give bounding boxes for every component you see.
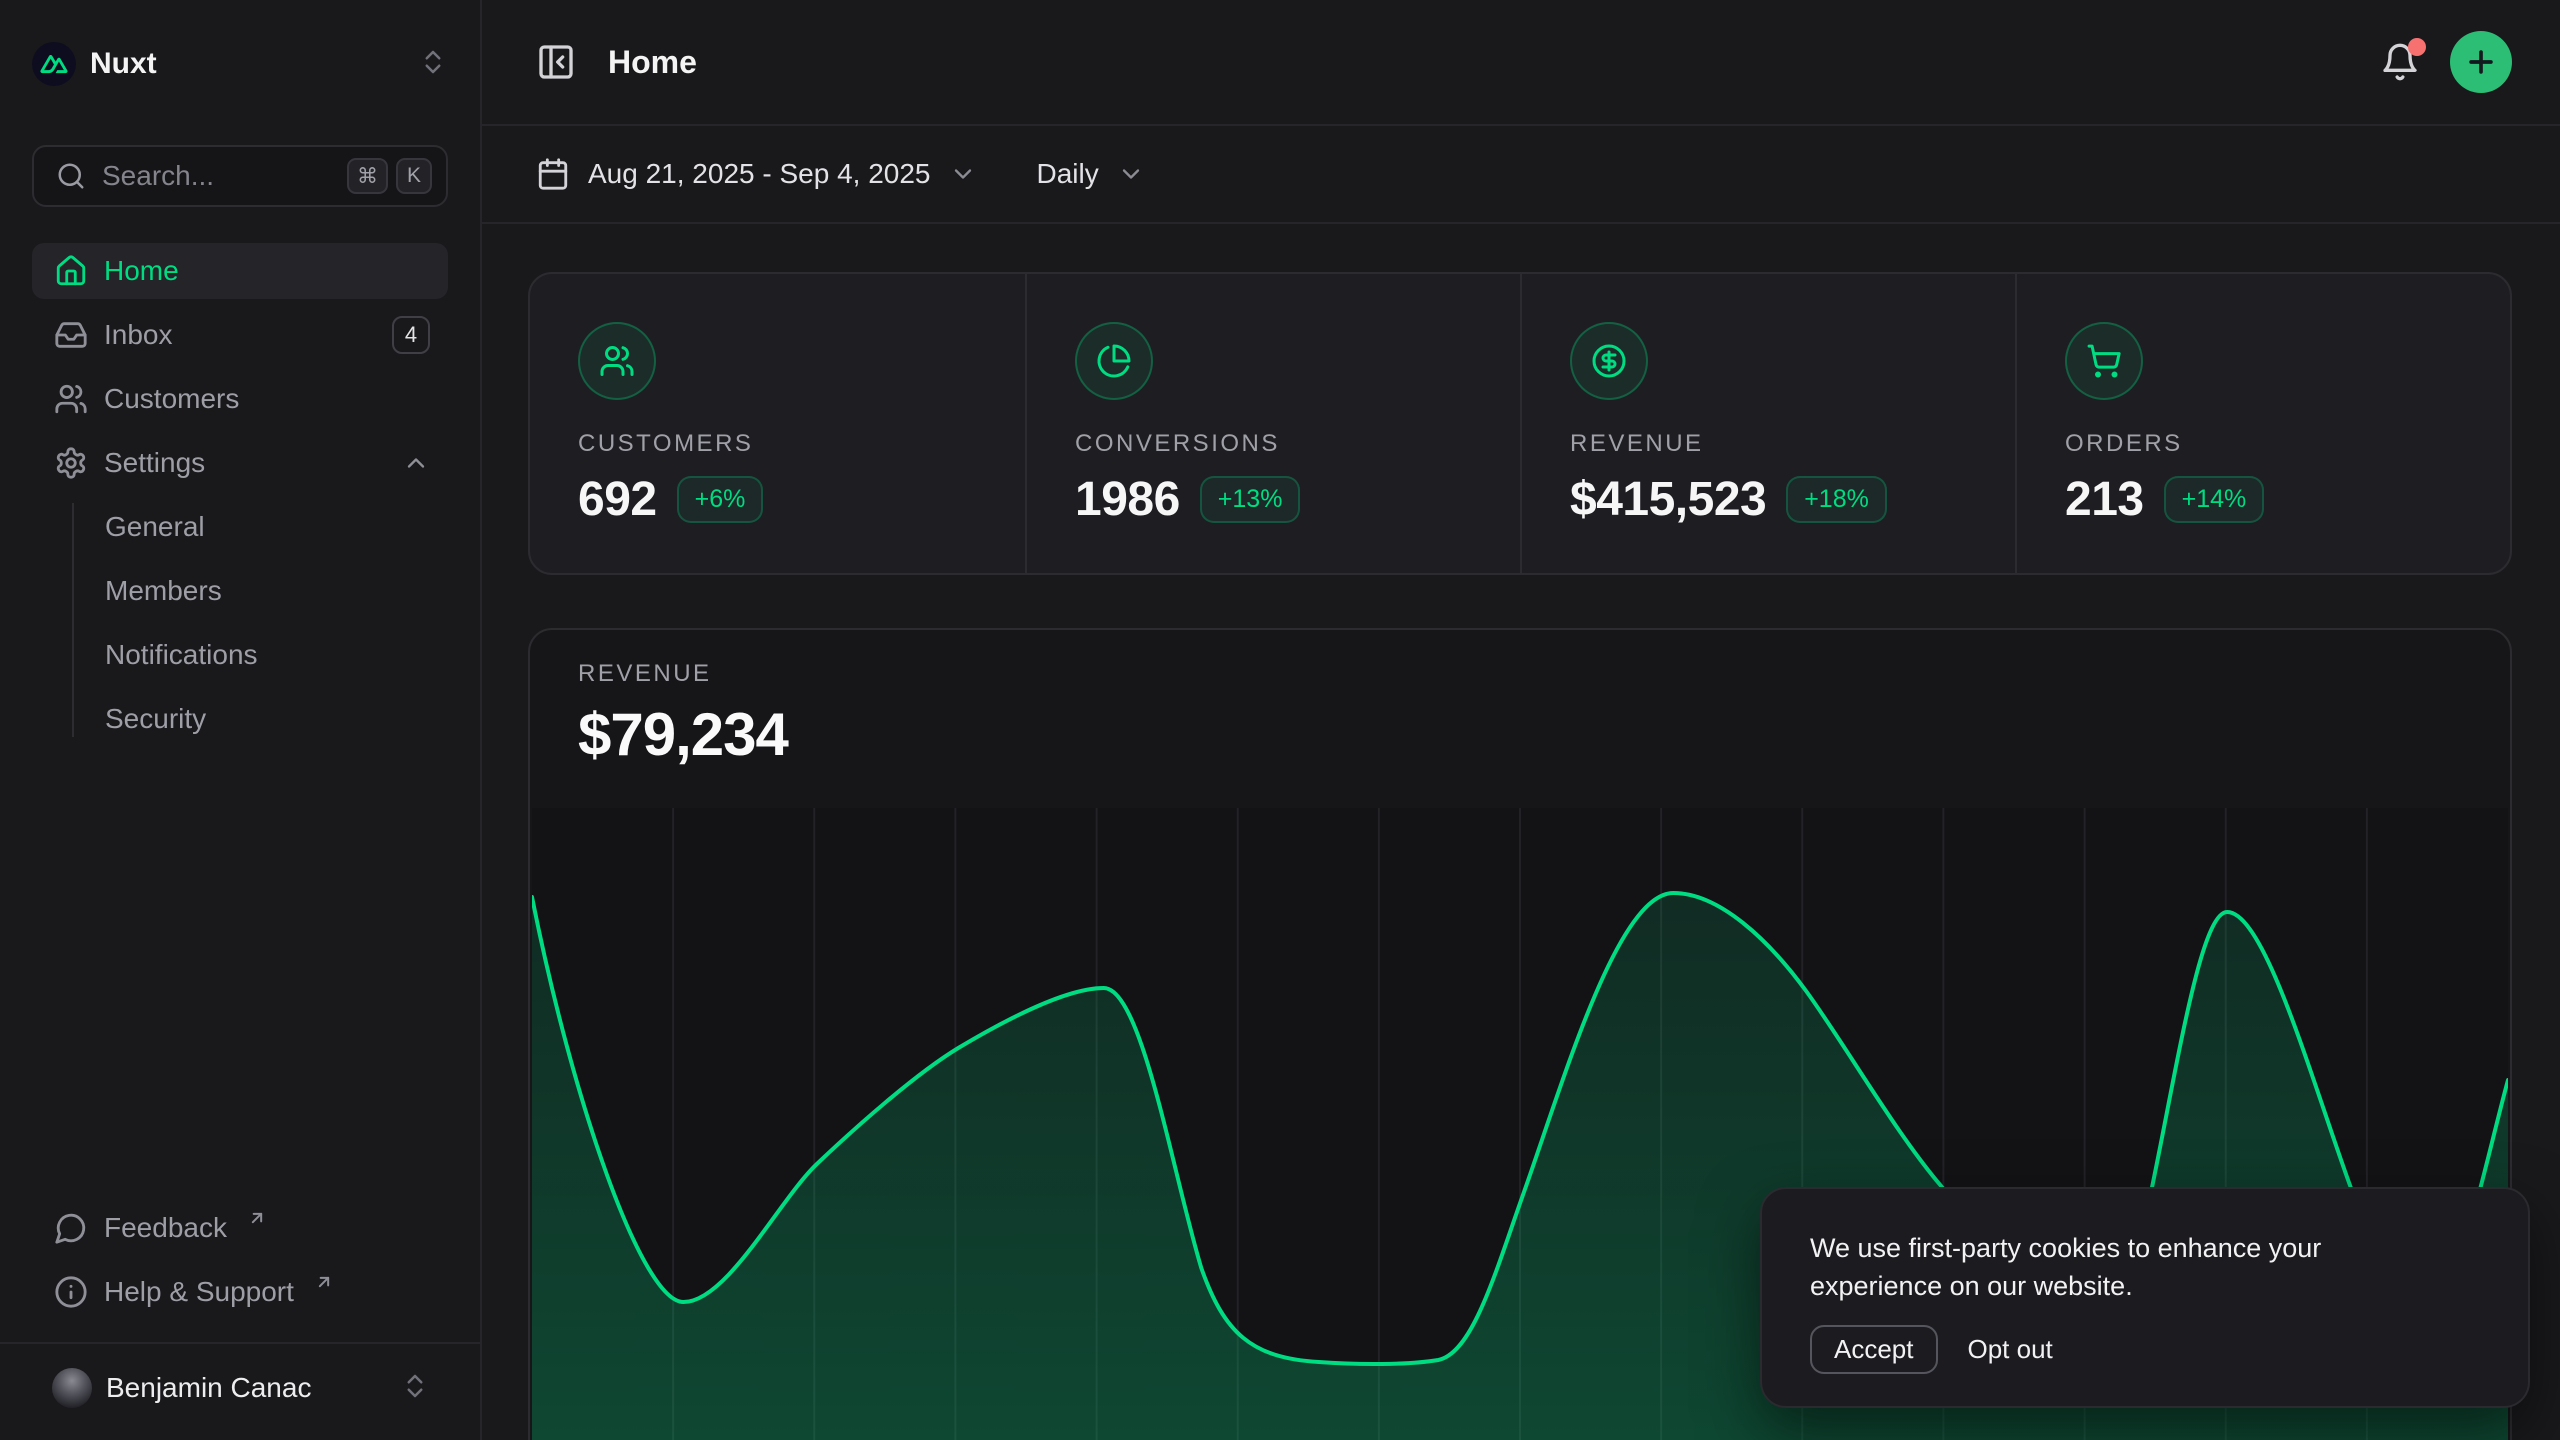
plus-icon	[2464, 45, 2498, 79]
header-actions	[2380, 31, 2512, 93]
period-value: Daily	[1037, 158, 1099, 190]
sidebar-item-notifications[interactable]: Notifications	[72, 627, 448, 683]
revenue-chart-header: REVENUE $79,234	[530, 630, 2510, 769]
users-icon	[54, 382, 88, 416]
stat-card-customers[interactable]: CUSTOMERS 692 +6%	[530, 274, 1025, 575]
cookie-actions: Accept Opt out	[1810, 1325, 2480, 1374]
kbd-k: K	[396, 158, 432, 194]
sidebar-item-members[interactable]: Members	[72, 563, 448, 619]
shopping-cart-icon	[2065, 322, 2143, 400]
gear-icon	[54, 446, 88, 480]
info-icon	[54, 1275, 88, 1309]
chevrons-up-down-icon	[418, 47, 448, 82]
chevrons-up-down-icon	[400, 1371, 430, 1406]
create-new-button[interactable]	[2450, 31, 2512, 93]
kbd-cmd: ⌘	[347, 158, 388, 194]
workspace-switcher[interactable]: Nuxt	[32, 40, 448, 88]
cookie-message: We use first-party cookies to enhance yo…	[1810, 1229, 2460, 1305]
user-menu-button[interactable]: Benjamin Canac	[32, 1356, 448, 1420]
cookie-banner: We use first-party cookies to enhance yo…	[1760, 1187, 2530, 1408]
feedback-label: Feedback	[104, 1212, 227, 1244]
stats-cards: CUSTOMERS 692 +6% CONVERSIONS 1986 +13%	[528, 272, 2512, 575]
stat-delta-badge: +6%	[677, 476, 764, 523]
inbox-unread-badge: 4	[392, 316, 430, 354]
dashboard-app: Nuxt Search... ⌘ K Home	[0, 0, 2560, 1440]
panel-left-close-icon	[536, 42, 576, 82]
revenue-chart-label: REVENUE	[578, 660, 2462, 688]
stat-label: CONVERSIONS	[1075, 430, 1472, 458]
stat-label: ORDERS	[2065, 430, 2462, 458]
search-placeholder: Search...	[102, 160, 331, 192]
notification-dot	[2408, 38, 2426, 56]
calendar-icon	[536, 157, 570, 191]
sidebar-item-settings[interactable]: Settings	[32, 435, 448, 491]
user-section: Benjamin Canac	[0, 1342, 480, 1420]
stat-value: $415,523	[1570, 472, 1766, 527]
inbox-icon	[54, 318, 88, 352]
circle-dollar-icon	[1570, 322, 1648, 400]
sidebar-nav: Home Inbox 4 Customers Settings	[32, 243, 448, 755]
feedback-link[interactable]: Feedback	[32, 1200, 448, 1256]
external-link-icon	[314, 1272, 334, 1292]
external-link-icon	[247, 1208, 267, 1228]
stat-value: 1986	[1075, 472, 1180, 527]
chat-bubble-icon	[54, 1211, 88, 1245]
stat-value: 692	[578, 472, 657, 527]
workspace-name: Nuxt	[90, 47, 157, 81]
stat-card-revenue[interactable]: REVENUE $415,523 +18%	[1520, 274, 2015, 575]
user-name: Benjamin Canac	[106, 1372, 311, 1404]
sidebar-item-label: Settings	[104, 447, 205, 479]
sidebar-footer-links: Feedback Help & Support	[32, 1200, 448, 1328]
help-support-link[interactable]: Help & Support	[32, 1264, 448, 1320]
chevron-up-icon	[402, 449, 430, 477]
settings-sub-list: General Members Notifications Security	[72, 499, 448, 747]
sidebar-item-label: Home	[104, 255, 179, 287]
help-support-label: Help & Support	[104, 1276, 294, 1308]
sidebar-item-inbox[interactable]: Inbox 4	[32, 307, 448, 363]
sidebar: Nuxt Search... ⌘ K Home	[0, 0, 482, 1440]
period-select[interactable]: Daily	[1037, 158, 1145, 190]
sidebar-item-security[interactable]: Security	[72, 691, 448, 747]
user-avatar	[52, 1368, 92, 1408]
users-icon	[578, 322, 656, 400]
stat-label: REVENUE	[1570, 430, 1967, 458]
revenue-chart-value: $79,234	[578, 700, 2462, 769]
chevron-down-icon	[949, 160, 977, 188]
nuxt-logo-icon	[32, 42, 76, 86]
accept-button[interactable]: Accept	[1810, 1325, 1938, 1374]
sidebar-item-home[interactable]: Home	[32, 243, 448, 299]
sidebar-item-customers[interactable]: Customers	[32, 371, 448, 427]
stat-value: 213	[2065, 472, 2144, 527]
stat-delta-badge: +14%	[2164, 476, 2265, 523]
filters-toolbar: Aug 21, 2025 - Sep 4, 2025 Daily	[482, 126, 2560, 224]
chevron-down-icon	[1117, 160, 1145, 188]
search-icon	[56, 161, 86, 191]
sidebar-item-label: Customers	[104, 383, 239, 415]
stat-delta-badge: +18%	[1786, 476, 1887, 523]
page-title: Home	[608, 44, 697, 81]
page-header: Home	[482, 0, 2560, 126]
stat-label: CUSTOMERS	[578, 430, 977, 458]
stat-delta-badge: +13%	[1200, 476, 1301, 523]
home-icon	[54, 254, 88, 288]
stat-card-conversions[interactable]: CONVERSIONS 1986 +13%	[1025, 274, 1520, 575]
sidebar-item-general[interactable]: General	[72, 499, 448, 555]
pie-chart-icon	[1075, 322, 1153, 400]
opt-out-button[interactable]: Opt out	[1968, 1334, 2053, 1365]
sub-list-guide-line	[72, 503, 74, 737]
stat-card-orders[interactable]: ORDERS 213 +14%	[2015, 274, 2510, 575]
notifications-button[interactable]	[2380, 42, 2420, 82]
date-range-value: Aug 21, 2025 - Sep 4, 2025	[588, 158, 931, 190]
search-input[interactable]: Search... ⌘ K	[32, 145, 448, 207]
sidebar-item-label: Inbox	[104, 319, 173, 351]
search-shortcut: ⌘ K	[347, 158, 432, 194]
date-range-picker[interactable]: Aug 21, 2025 - Sep 4, 2025	[536, 157, 977, 191]
collapse-sidebar-button[interactable]	[536, 42, 576, 82]
